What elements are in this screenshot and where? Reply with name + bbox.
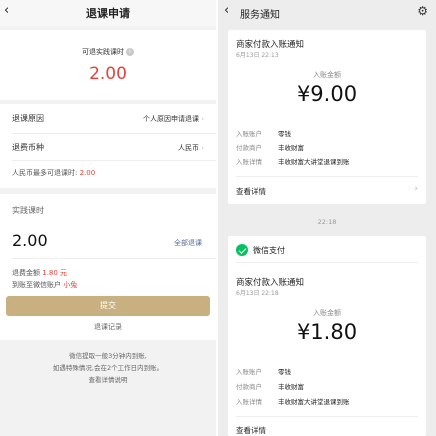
- notification-date: 6月13日 22:13: [236, 52, 279, 59]
- amount-value: ¥1.80: [296, 320, 358, 344]
- account-info: 到账至微信账户 小兔: [12, 280, 77, 290]
- row-label: 付款商户: [236, 144, 262, 152]
- notification-card[interactable]: 微信支付 商家付款入账通知 6月13日 22:18 入账金额 ¥1.80 入账账…: [228, 236, 426, 436]
- back-button[interactable]: ‹: [224, 3, 229, 18]
- row-label: 入账账户: [236, 368, 262, 376]
- chevron-right-icon: ›: [201, 115, 204, 123]
- row-value: 零钱: [278, 368, 291, 376]
- service-notification-panel: ‹ 服务通知 ⚙ 商家付款入账通知 6月13日 22:13 入账金额 ¥9.00…: [218, 0, 436, 436]
- refund-request-panel: ‹ 退课申请 可退实践课时 i 2.00 退课原因 个人原因申请退课 › 退费币种…: [0, 0, 216, 436]
- divider: [12, 160, 216, 161]
- notice-line-2: 如遇特殊情况,会在2个工作日内到账。: [52, 364, 164, 372]
- chevron-right-icon: ›: [414, 184, 418, 194]
- row-value: 丰收财富: [278, 383, 304, 391]
- refund-all-button[interactable]: 全部退课: [174, 238, 202, 248]
- divider: [12, 133, 216, 134]
- sender-name: 微信支付: [253, 246, 285, 255]
- notification-title: 商家付款入账通知: [236, 278, 305, 288]
- wechat-pay-icon: [236, 244, 248, 256]
- nav-bar: ‹ 服务通知 ⚙: [218, 0, 436, 24]
- row-value: 丰收财富大讲堂退课到账: [278, 398, 350, 406]
- hours-input[interactable]: 2.00: [12, 231, 48, 250]
- row-value: 丰收财富: [278, 144, 304, 152]
- row-value: 零钱: [278, 130, 291, 138]
- chevron-right-icon: ›: [201, 144, 204, 152]
- divider: [236, 416, 418, 417]
- view-detail-link[interactable]: 查看详情: [236, 186, 266, 197]
- currency-label: 退费币种: [12, 143, 44, 152]
- row-value: 丰收财富大讲堂退课到账: [278, 158, 350, 166]
- row-label: 入账详情: [236, 158, 262, 166]
- row-label: 付款商户: [236, 383, 262, 391]
- info-icon[interactable]: i: [126, 48, 134, 56]
- actual-label: 实践课时: [12, 206, 44, 215]
- refund-amount: 退费金额 1.80 元: [12, 268, 67, 278]
- submit-button[interactable]: 提交: [6, 296, 210, 316]
- notice-line-1: 微信提取一般3分钟内到账,: [69, 352, 147, 360]
- row-label: 入账账户: [236, 130, 262, 138]
- nav-bar: ‹ 退课申请: [0, 0, 216, 26]
- reason-select[interactable]: 个人原因申请退课 ›: [143, 114, 204, 124]
- max-refund-value: 2.00: [79, 169, 96, 177]
- reason-value: 个人原因申请退课: [142, 115, 199, 123]
- page-title: 退课申请: [86, 7, 130, 20]
- amount-label: 入账金额: [313, 71, 341, 79]
- page-title: 服务通知: [240, 10, 280, 21]
- refund-amount-label: 退费金额: [12, 269, 40, 277]
- notice-detail-link[interactable]: 查看详情说明: [0, 374, 216, 384]
- notification-card[interactable]: 商家付款入账通知 6月13日 22:13 入账金额 ¥9.00 入账账户 零钱 …: [228, 30, 426, 204]
- amount-value: ¥9.00: [296, 82, 358, 106]
- max-refund-info: 人民币最多可退课时: 2.00: [12, 168, 95, 178]
- view-detail-link[interactable]: 查看详情: [236, 425, 266, 436]
- currency-select[interactable]: 人民币 ›: [178, 143, 204, 153]
- refund-record-link[interactable]: 退课记录: [0, 322, 216, 332]
- divider: [236, 176, 418, 177]
- refund-amount-value: 1.80 元: [42, 269, 68, 277]
- account-label: 到账至微信账户: [12, 281, 61, 289]
- divider: [236, 262, 418, 263]
- reason-label: 退课原因: [12, 114, 44, 123]
- amount-label: 入账金额: [313, 309, 341, 317]
- refundable-value: 2.00: [89, 64, 127, 84]
- notification-date: 6月13日 22:18: [236, 290, 279, 297]
- row-label: 入账详情: [236, 398, 262, 406]
- refundable-label: 可退实践课时: [82, 48, 124, 56]
- gear-icon[interactable]: ⚙: [417, 4, 428, 18]
- max-refund-label: 人民币最多可退课时:: [12, 169, 78, 177]
- currency-value: 人民币: [177, 144, 199, 152]
- account-name: 小兔: [63, 281, 78, 289]
- notification-title: 商家付款入账通知: [236, 40, 305, 50]
- divider: [12, 258, 216, 259]
- time-separator: 22:18: [317, 218, 337, 226]
